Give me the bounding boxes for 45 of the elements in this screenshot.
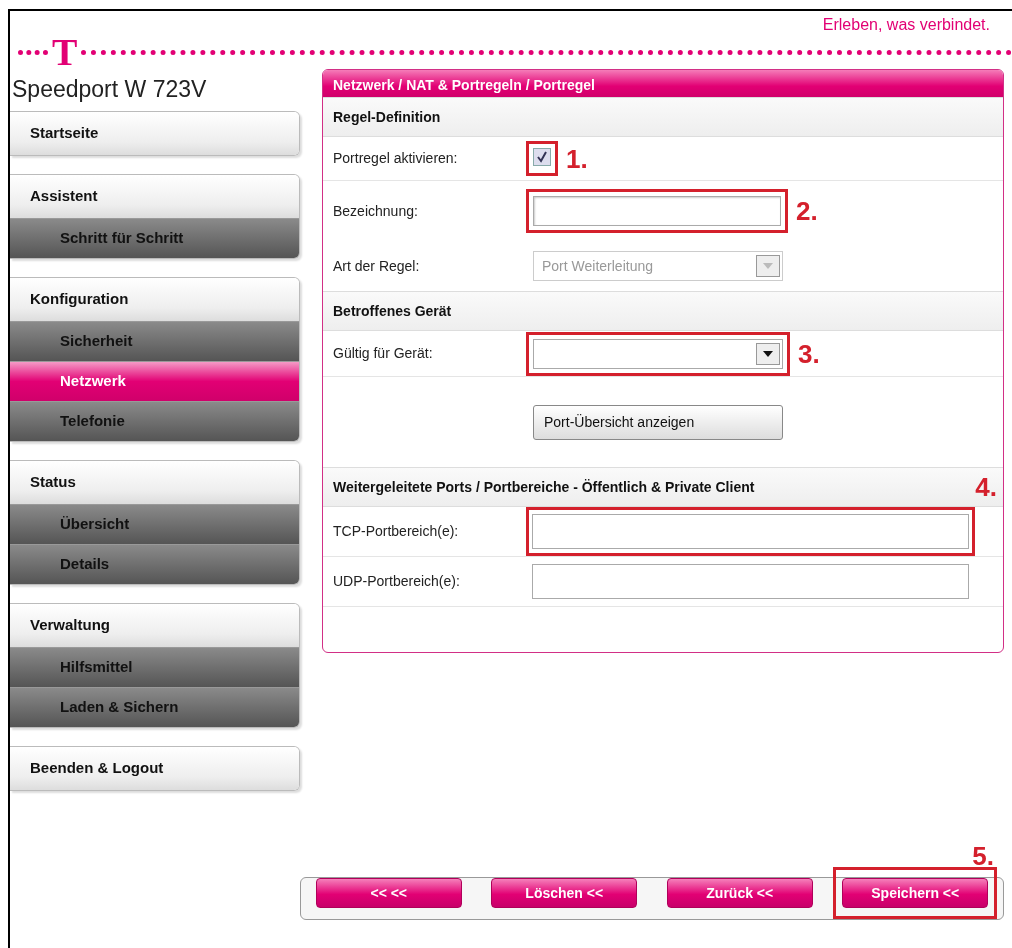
dropdown: Port Weiterleitung [533,251,783,281]
submenu-item[interactable]: Details [10,544,299,584]
panel-title: Netzwerk / NAT & Portregeln / Portregel [323,70,1003,97]
logo: T [51,35,79,69]
field-label: Gültig für Gerät: [333,344,434,363]
submenu-item[interactable]: Schritt für Schritt [10,218,299,258]
submenu-item[interactable]: Übersicht [10,504,299,544]
menu-item[interactable]: Status [10,461,299,504]
dropdown[interactable] [533,338,783,369]
nav-button[interactable]: << << [315,878,462,908]
menu-item[interactable]: Assistent [10,175,299,218]
nav-button[interactable]: Löschen << [491,878,638,908]
nav-button[interactable]: Zurück << [666,878,813,908]
section-title: Betroffenes Gerät [333,301,452,321]
menu-item[interactable]: Konfiguration [10,278,299,321]
submenu-item[interactable]: Sicherheit [10,321,299,361]
field-label: TCP-Portbereich(e): [333,522,460,541]
submenu-item[interactable]: Netzwerk [10,361,299,401]
section-title: Regel-Definition [333,107,441,127]
annotation-number: 2. [796,198,818,224]
menu-item[interactable]: Beenden & Logout [10,747,299,790]
submenu-item[interactable]: Hilfsmittel [10,647,299,687]
field-label: Bezeichnung: [333,201,419,221]
text-field[interactable] [533,196,781,226]
field-label: UDP-Portbereich(e): [333,572,461,591]
field-label: Portregel aktivieren: [333,149,459,168]
annotation-number: 4. [975,474,997,500]
submenu-item[interactable]: Telefonie [10,401,299,441]
device-title: Speedport W 723V [11,75,208,104]
menu-item[interactable]: Startseite [10,112,299,155]
field-label: Art der Regel: [333,256,421,276]
tagline: Erleben, was verbindet. [821,15,991,35]
nav-button[interactable]: Speichern << [842,878,989,908]
dropdown-arrow-icon [763,350,773,357]
submenu-item[interactable]: Laden & Sichern [10,687,299,727]
menu-item[interactable]: Verwaltung [10,604,299,647]
annotation-number: 5. [972,843,994,869]
section-title: Weitergeleitete Ports / Portbereiche - Öffentlich & Private Client [333,477,755,497]
text-field[interactable] [532,564,969,599]
overview-button[interactable]: Port-Übersicht anzeigen [533,404,783,440]
checkbox[interactable] [533,148,551,166]
text-field[interactable] [532,514,969,549]
annotation-number: 3. [798,340,820,367]
dropdown-arrow-icon [763,263,773,269]
annotation-number: 1. [566,145,588,172]
